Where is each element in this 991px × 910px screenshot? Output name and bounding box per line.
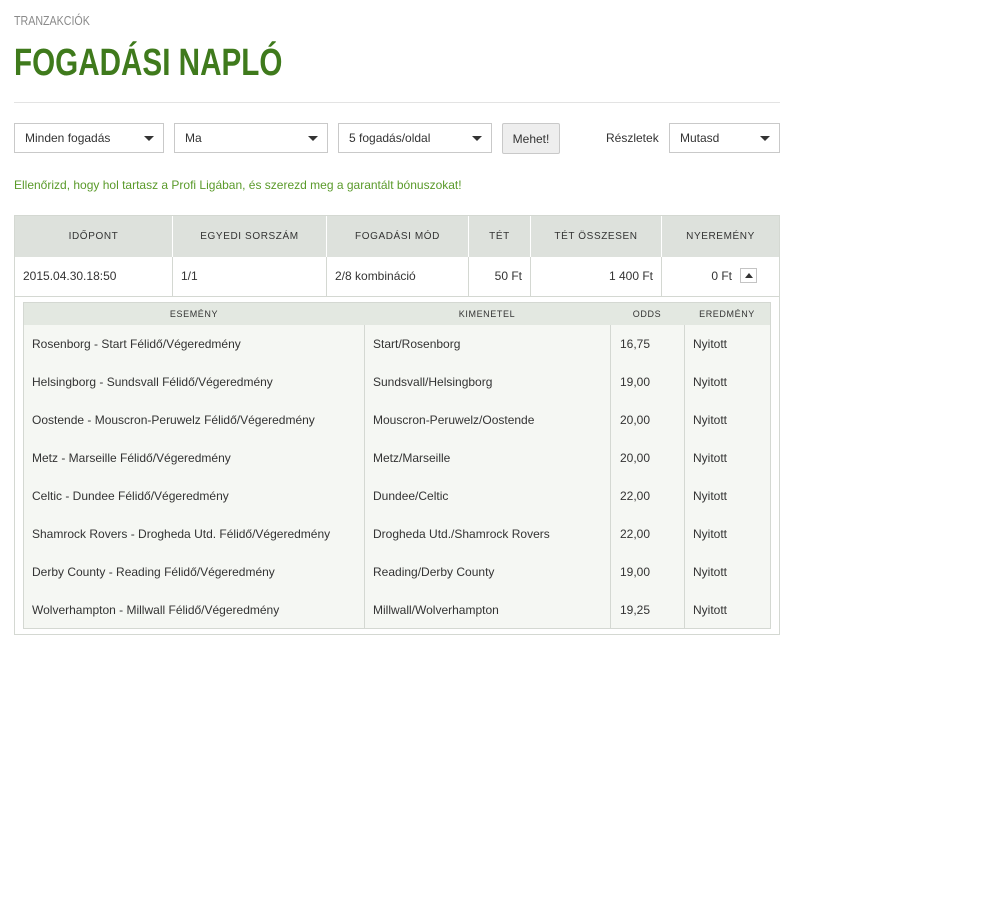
event-name: Celtic - Dundee Félidő/Végeredmény	[32, 489, 229, 503]
details-value: Mutasd	[680, 131, 720, 145]
table-row[interactable]: 2015.04.30.18:50 1/1 2/8 kombináció 50 F…	[15, 257, 779, 297]
result: Nyitott	[693, 527, 728, 541]
result: Nyitott	[693, 489, 728, 503]
result: Nyitott	[693, 337, 728, 351]
outcome: Reading/Derby County	[373, 565, 495, 579]
col-event: ESEMÉNY	[169, 309, 219, 319]
col-total: TÉT ÖSSZESEN	[531, 216, 662, 257]
chevron-down-icon	[760, 136, 770, 141]
outcome: Sundsvall/Helsingborg	[373, 375, 493, 389]
list-item: Derby County - Reading Félidő/Végeredmén…	[24, 553, 770, 591]
odds: 20,00	[620, 451, 651, 465]
result: Nyitott	[693, 451, 728, 465]
list-item: Celtic - Dundee Félidő/Végeredmény Dunde…	[24, 477, 770, 515]
col-odds: ODDS	[632, 309, 662, 319]
cell-stake: 50 Ft	[469, 257, 531, 296]
list-item: Wolverhampton - Millwall Félidő/Végeredm…	[24, 591, 770, 629]
col-mode: FOGADÁSI MÓD	[327, 216, 469, 257]
event-name: Shamrock Rovers - Drogheda Utd. Félidő/V…	[32, 527, 331, 541]
promo-link[interactable]: Ellenőrizd, hogy hol tartasz a Profi Lig…	[14, 178, 462, 192]
period-select[interactable]: Ma	[174, 123, 328, 153]
cell-win-value: 0 Ft	[711, 269, 732, 283]
event-name: Wolverhampton - Millwall Félidő/Végeredm…	[32, 603, 280, 617]
bet-details-panel: ESEMÉNY KIMENETEL ODDS EREDMÉNY Rosenbor…	[23, 302, 771, 629]
event-name: Derby County - Reading Félidő/Végeredmén…	[32, 565, 275, 579]
event-name: Rosenborg - Start Félidő/Végeredmény	[32, 337, 241, 351]
col-serial: EGYEDI SORSZÁM	[173, 216, 327, 257]
per-page-select[interactable]: 5 fogadás/oldal	[338, 123, 492, 153]
outcome: Dundee/Celtic	[373, 489, 449, 503]
details-select[interactable]: Mutasd	[669, 123, 780, 153]
odds: 20,00	[620, 413, 651, 427]
bet-type-select[interactable]: Minden fogadás	[14, 123, 164, 153]
odds: 19,25	[620, 603, 651, 617]
divider	[14, 102, 780, 103]
bet-type-value: Minden fogadás	[25, 131, 111, 145]
result: Nyitott	[693, 375, 728, 389]
chevron-down-icon	[308, 136, 318, 141]
col-win: NYEREMÉNY	[686, 231, 755, 242]
outcome: Millwall/Wolverhampton	[373, 603, 499, 617]
event-name: Metz - Marseille Félidő/Végeredmény	[32, 451, 231, 465]
outcome: Metz/Marseille	[373, 451, 451, 465]
list-item: Shamrock Rovers - Drogheda Utd. Félidő/V…	[24, 515, 770, 553]
cell-mode: 2/8 kombináció	[327, 257, 469, 296]
result: Nyitott	[693, 565, 728, 579]
outcome: Mouscron-Peruwelz/Oostende	[373, 413, 535, 427]
list-item: Rosenborg - Start Félidő/Végeredmény Sta…	[24, 325, 770, 363]
go-button[interactable]: Mehet!	[502, 123, 560, 154]
details-header: ESEMÉNY KIMENETEL ODDS EREDMÉNY	[24, 303, 770, 325]
odds: 19,00	[620, 565, 651, 579]
table-header: IDŐPONT EGYEDI SORSZÁM FOGADÁSI MÓD TÉT …	[15, 216, 779, 257]
breadcrumb[interactable]: TRANZAKCIÓK	[14, 13, 90, 28]
col-time: IDŐPONT	[15, 216, 173, 257]
period-value: Ma	[185, 131, 202, 145]
event-name: Helsingborg - Sundsvall Félidő/Végeredmé…	[32, 375, 273, 389]
odds: 19,00	[620, 375, 651, 389]
details-label: Részletek	[606, 131, 659, 145]
collapse-toggle-button[interactable]	[740, 268, 757, 283]
page-title: FOGADÁSI NAPLÓ	[14, 42, 283, 84]
odds: 16,75	[620, 337, 651, 351]
event-name: Oostende - Mouscron-Peruwelz Félidő/Vége…	[32, 413, 315, 427]
list-item: Oostende - Mouscron-Peruwelz Félidő/Vége…	[24, 401, 770, 439]
chevron-up-icon	[745, 273, 753, 278]
odds: 22,00	[620, 489, 651, 503]
per-page-value: 5 fogadás/oldal	[349, 131, 431, 145]
col-stake: TÉT	[469, 216, 531, 257]
outcome: Start/Rosenborg	[373, 337, 461, 351]
cell-time: 2015.04.30.18:50	[15, 257, 173, 296]
odds: 22,00	[620, 527, 651, 541]
list-item: Helsingborg - Sundsvall Félidő/Végeredmé…	[24, 363, 770, 401]
list-item: Metz - Marseille Félidő/Végeredmény Metz…	[24, 439, 770, 477]
col-outcome: KIMENETEL	[458, 309, 516, 319]
cell-win: 0 Ft	[662, 257, 779, 296]
result: Nyitott	[693, 603, 728, 617]
cell-total: 1 400 Ft	[531, 257, 662, 296]
col-result: EREDMÉNY	[699, 309, 755, 319]
bets-table: IDŐPONT EGYEDI SORSZÁM FOGADÁSI MÓD TÉT …	[14, 215, 780, 635]
chevron-down-icon	[472, 136, 482, 141]
chevron-down-icon	[144, 136, 154, 141]
result: Nyitott	[693, 413, 728, 427]
cell-serial: 1/1	[173, 257, 327, 296]
outcome: Drogheda Utd./Shamrock Rovers	[373, 527, 550, 541]
